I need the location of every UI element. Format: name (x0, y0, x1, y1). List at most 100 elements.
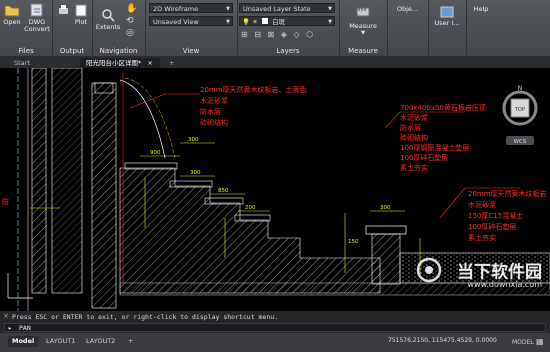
ribbon: Open DWG Convert Files Plot Output Exten… (0, 0, 550, 57)
output-panel-title: Output (59, 47, 85, 55)
user-interface-button[interactable]: User I... (430, 6, 464, 27)
annotation-text: 150厚C15混凝土 (468, 211, 523, 220)
annotation-group-right-1: 700x400x50黄石板岩压顶 水泥砂浆 防水层 砖砌结构 100厚钢筋混凝土… (400, 103, 486, 172)
annotation-text: 素土夯实 (468, 233, 496, 242)
ruler-icon (356, 7, 370, 17)
measure-label: Measure (349, 22, 377, 30)
tab-drawing-label: 阳光阳台小区详图* (86, 59, 142, 67)
view-panel: 2D Wireframe ▼ Unsaved View ▼ View (145, 0, 238, 56)
annotation-text: 100厚钢筋混凝土垫层 (400, 143, 469, 152)
measure-button[interactable]: Measure ▼ (341, 3, 385, 37)
named-view-dropdown[interactable]: Unsaved View ▼ (149, 16, 233, 26)
layer-color-swatch (262, 18, 269, 24)
new-tab-button[interactable]: + (163, 58, 180, 68)
help-button[interactable]: Help (468, 6, 494, 13)
layer-state-dropdown[interactable]: Unsaved Layer State ▼ (239, 3, 335, 13)
annotation-group-right-2: 20mm厚天然黄木纹板岩 水泥砂浆 150厚C15混凝土 100厚碎石垫层 素土… (468, 189, 547, 242)
dim-text: 300 (188, 137, 199, 143)
files-panel-title: Files (18, 47, 34, 55)
dim-text: 150 (348, 239, 359, 245)
convert-icon (30, 3, 43, 17)
annotation-text: 20mm厚天然黄木纹板岩 (468, 189, 547, 198)
open-button[interactable]: Open (2, 3, 22, 26)
extents-button[interactable]: Extents (95, 8, 121, 31)
annotation-text: 水泥砂浆 (200, 96, 228, 105)
current-layer-name: 白斑 (272, 18, 286, 26)
files-panel: Open DWG Convert Files (0, 0, 53, 56)
chevron-down-icon: ▼ (361, 30, 365, 36)
dim-text: 300 (190, 170, 201, 176)
tab-model[interactable]: Model (8, 336, 39, 347)
navigation-panel-title: Navigation (99, 47, 138, 55)
orbit-icon[interactable]: ⟲ (126, 16, 135, 26)
help-label: Help (473, 5, 489, 13)
command-window: × Press ESC or ENTER to exit, or right-c… (0, 311, 550, 333)
pan-hand-icon[interactable]: ✋ (126, 4, 137, 14)
plot-label: Plot (74, 18, 88, 26)
measure-panel: Measure ▼ Measure (339, 0, 388, 56)
named-view-value: Unsaved View (153, 18, 199, 26)
folder-icon (4, 5, 20, 17)
tab-start[interactable]: Start (8, 58, 36, 68)
user-label: User I... (434, 19, 460, 27)
visual-style-value: 2D Wireframe (153, 5, 199, 13)
output-panel: Plot Output (52, 0, 93, 56)
dwg-convert-label: DWG Convert (24, 18, 50, 33)
layers-panel-title: Layers (276, 47, 300, 55)
plot-icon (75, 4, 87, 17)
annotation-text: 砖砌结构 (200, 118, 228, 127)
objects-label: Obje... (396, 5, 419, 13)
annotation-text: 砖砌结构 (400, 133, 428, 142)
measure-panel-title: Measure (348, 47, 378, 55)
close-icon[interactable]: × (147, 59, 152, 67)
annotation-text: 素土夯实 (400, 163, 428, 172)
objects-button[interactable]: Obje... (389, 6, 426, 13)
chevron-down-icon: ▼ (328, 6, 332, 12)
layer-dropdown[interactable]: 💡 ☀ 白斑 ▼ (239, 16, 335, 26)
close-icon[interactable]: × (3, 312, 9, 320)
chevron-down-icon: ▼ (226, 19, 230, 25)
ucs-icon (7, 273, 33, 299)
zoom-extents-icon (102, 9, 115, 22)
extents-label: Extents (95, 23, 121, 31)
viewcube[interactable]: TOP N WCS (502, 85, 538, 145)
print-icon[interactable] (57, 4, 70, 17)
dim-text: 900 (150, 150, 161, 156)
command-input[interactable]: ▸ PAN (4, 323, 546, 332)
dwg-convert-button[interactable]: DWG Convert (24, 3, 50, 33)
dim-text: 300 (380, 205, 391, 211)
watermark-logo-icon (416, 257, 442, 283)
wall-hatch (51, 68, 83, 294)
annotation-text: 防水层 (400, 123, 421, 132)
annotation-text: 水泥砂浆 (468, 200, 496, 209)
viewcube-north: N (518, 85, 523, 92)
view-panel-title: View (182, 47, 200, 55)
layer-state-value: Unsaved Layer State (243, 5, 311, 13)
chevron-down-icon: ▼ (328, 19, 332, 25)
drawing-canvas[interactable]: 900 300 850 200 300 150 300 20mm厚天然黄木纹板岩… (0, 68, 550, 311)
help-panel: Help (466, 0, 496, 56)
wall-hatch (31, 68, 47, 294)
open-label: Open (3, 18, 21, 26)
user-interface-icon (440, 6, 454, 18)
tab-layout1[interactable]: LAYOUT1 (42, 336, 79, 347)
model-space-toggle[interactable]: MODEL (508, 337, 538, 348)
chevron-down-icon: ▼ (226, 6, 230, 12)
steering-wheel-icon[interactable]: ◎ (126, 28, 135, 38)
watermark: 当下软件园 www.downxia.com (415, 256, 542, 289)
visual-style-dropdown[interactable]: 2D Wireframe ▼ (149, 3, 233, 13)
add-layout-button[interactable]: + (124, 336, 137, 347)
tab-layout2[interactable]: LAYOUT2 (82, 336, 119, 347)
command-history: Press ESC or ENTER to exit, or right-cli… (12, 313, 279, 321)
tab-drawing[interactable]: 阳光阳台小区详图* × (80, 58, 160, 68)
plot-button[interactable]: Plot (72, 3, 90, 26)
sun-icon: ☀ (252, 18, 258, 26)
layers-panel: Unsaved Layer State ▼ 💡 ☀ 白斑 ▼ ⊞ ⊟ ⊠ ◈ ◇ ⬡… (237, 0, 340, 56)
command-current: PAN (19, 324, 31, 332)
grid-icon[interactable]: ▦ (536, 337, 544, 346)
layer-tools-icons[interactable]: ⊞ ⊟ ⊠ ◈ ◇ ⬡ (241, 30, 315, 39)
user-panel: User I... (428, 0, 467, 56)
wcs-label: WCS (514, 139, 527, 145)
annotation-text: 700x400x50黄石板岩压顶 (400, 103, 486, 112)
navigation-panel: Extents ✋ ⟲ ◎ Navigation (92, 0, 146, 56)
